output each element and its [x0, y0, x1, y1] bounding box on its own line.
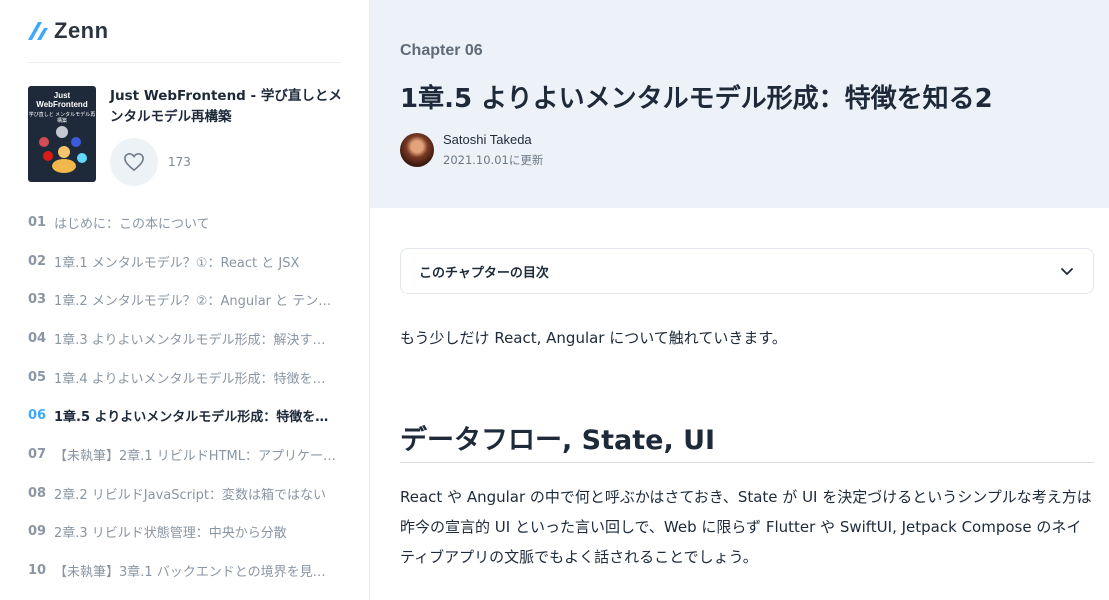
section-divider: [400, 462, 1094, 463]
chapter-label: 【未執筆】3章.1 バックエンドとの境界を見…: [54, 565, 326, 581]
chapter-number: 10: [28, 563, 47, 579]
sidebar: Zenn Just WebFrontend 学び直しと メンタルモデル再構築 J…: [0, 0, 370, 600]
chevron-down-icon: [1061, 268, 1073, 275]
chapter-item-03[interactable]: 03 1章.2 メンタルモデル？②：Angular と テン…: [28, 280, 344, 319]
zenn-logo-icon: [28, 22, 48, 40]
book-info: Just WebFrontend 学び直しと メンタルモデル再構築 Just W…: [28, 86, 342, 186]
chapter-number: 01: [28, 214, 47, 230]
chapter-item-06[interactable]: 06 1章.5 よりよいメンタルモデル形成：特徴を…: [28, 396, 344, 435]
chapter-label: 1章.5 よりよいメンタルモデル形成：特徴を…: [54, 410, 329, 426]
intro-text: もう少しだけ React, Angular について触れていきます。: [400, 329, 787, 347]
cover-illustration: [39, 126, 87, 173]
chapter-header: Chapter 06 1章.5 よりよいメンタルモデル形成：特徴を知る2 Sat…: [370, 0, 1109, 208]
chapter-number: 04: [28, 330, 47, 346]
author-name[interactable]: Satoshi Takeda: [443, 132, 532, 147]
chapter-label: 1章.4 よりよいメンタルモデル形成：特徴を…: [54, 371, 326, 387]
chapter-item-07[interactable]: 07 【未執筆】2章.1 リビルドHTML：アプリケー…: [28, 435, 344, 474]
updated-date: 2021.10.01に更新: [443, 153, 544, 167]
like-count: 173: [168, 155, 191, 169]
chapter-label: 1章.2 メンタルモデル？②：Angular と テン…: [54, 294, 332, 310]
chapter-number: 05: [28, 369, 47, 385]
chapter-label: 【未執筆】2章.1 リビルドHTML：アプリケー…: [54, 448, 336, 464]
chapter-item-10[interactable]: 10 【未執筆】3章.1 バックエンドとの境界を見…: [28, 551, 344, 590]
zenn-logo[interactable]: Zenn: [28, 18, 109, 44]
chapter-item-05[interactable]: 05 1章.4 よりよいメンタルモデル形成：特徴を…: [28, 358, 344, 397]
chapter-item-02[interactable]: 02 1章.1 メンタルモデル？①：React と JSX: [28, 242, 344, 281]
chapter-label: 1章.1 メンタルモデル？①：React と JSX: [54, 255, 300, 271]
chapter-label: 2章.3 リビルド状態管理：中央から分散: [54, 526, 287, 542]
like-button[interactable]: [110, 138, 158, 186]
chapter-item-08[interactable]: 08 2章.2 リビルドJavaScript：変数は箱ではない: [28, 474, 344, 513]
chapter-item-04[interactable]: 04 1章.3 よりよいメンタルモデル形成：解決す…: [28, 319, 344, 358]
chapter-number: 06: [28, 408, 47, 424]
chapter-label: 1章.3 よりよいメンタルモデル形成：解決す…: [54, 332, 326, 348]
chapter-number: 08: [28, 485, 47, 501]
chapter-number: 03: [28, 292, 47, 308]
chapter-tag: Chapter 06: [400, 42, 483, 59]
chapter-item-01[interactable]: 01 はじめに：この本について: [28, 203, 344, 242]
chapter-number: 09: [28, 524, 47, 540]
author-avatar[interactable]: [400, 133, 434, 167]
book-title[interactable]: Just WebFrontend - 学び直しとメンタルモデル再構築: [110, 86, 346, 128]
chapter-number: 07: [28, 446, 47, 462]
chapter-number: 02: [28, 253, 47, 269]
chapter-label: はじめに：この本について: [54, 216, 210, 232]
book-cover[interactable]: Just WebFrontend 学び直しと メンタルモデル再構築: [28, 86, 96, 182]
page-title: 1章.5 よりよいメンタルモデル形成：特徴を知る2: [400, 84, 993, 114]
logo-text: Zenn: [54, 18, 109, 43]
toc-label: このチャプターの目次: [419, 265, 549, 281]
main-content: Chapter 06 1章.5 よりよいメンタルモデル形成：特徴を知る2 Sat…: [370, 0, 1109, 600]
section-heading: データフロー, State, UI: [400, 425, 716, 456]
heart-icon: [124, 152, 144, 172]
divider: [28, 62, 341, 63]
chapter-label: 2章.2 リビルドJavaScript：変数は箱ではない: [54, 487, 326, 503]
chapter-item-09[interactable]: 09 2章.3 リビルド状態管理：中央から分散: [28, 513, 344, 552]
body-paragraph: React や Angular の中で何と呼ぶかはさておき、State が UI…: [400, 488, 1092, 566]
toc-toggle[interactable]: このチャプターの目次: [400, 248, 1094, 294]
chapter-list: 01 はじめに：この本について 02 1章.1 メンタルモデル？①：React と J…: [28, 203, 344, 590]
